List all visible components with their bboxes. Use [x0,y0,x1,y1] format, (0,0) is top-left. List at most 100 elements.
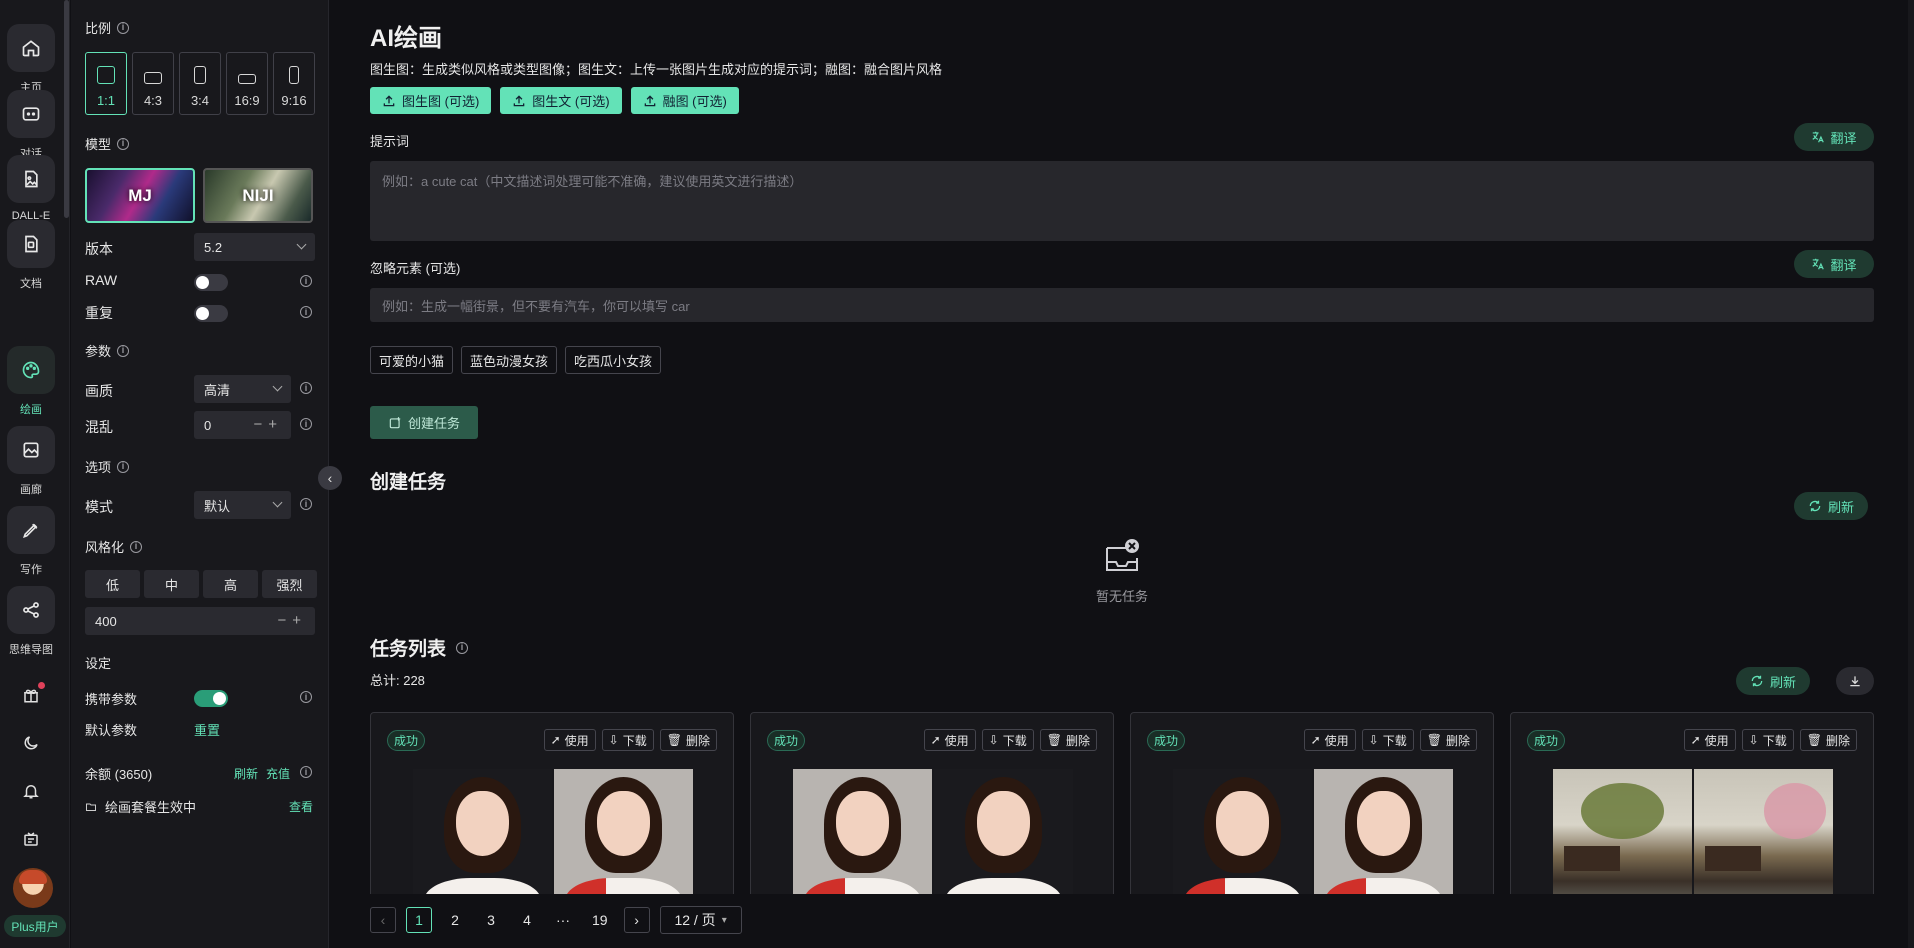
info-icon[interactable]: i [117,21,130,34]
ratio-option-16-9[interactable]: 16:9 [226,52,268,115]
task-refresh-button[interactable]: 刷新 [1794,492,1869,520]
task-card[interactable]: 成功 ➚ 使用 ⇩ 下载 🗑 删除 [370,712,734,902]
minus-plus-icon[interactable]: −+ [277,612,307,629]
page-button[interactable]: 4 [514,907,540,933]
rail-item-write[interactable]: 写作 [0,504,62,580]
info-icon[interactable]: i [300,275,312,287]
stylize-high-button[interactable]: 高 [203,570,258,598]
mode-select[interactable]: 默认 [194,491,291,519]
stylize-low-button[interactable]: 低 [85,570,140,598]
model-option-mj[interactable]: MJ [85,168,195,223]
img2img-upload-button[interactable]: 图生图 (可选) [370,87,492,114]
recharge-link[interactable]: 充值 [266,765,290,782]
use-button[interactable]: ➚ 使用 [1683,729,1736,751]
page-button[interactable]: 19 [586,907,614,933]
stylize-value-input[interactable]: 400 −+ [85,607,315,635]
delete-label: 删除 [1065,733,1090,748]
suggestion-tag[interactable]: 可爱的小猫 [370,346,454,374]
task-image[interactable] [1173,769,1453,901]
chaos-value[interactable]: 0 [204,418,211,433]
announcement-button[interactable] [14,822,48,856]
blend-upload-button[interactable]: 融图 (可选) [630,87,739,114]
balance-refresh-link[interactable]: 刷新 [234,765,258,782]
stylize-strong-button[interactable]: 强烈 [262,570,317,598]
task-image[interactable] [1553,769,1833,901]
chaos-stepper[interactable]: 0 −+ [194,411,291,439]
info-icon[interactable]: i [117,460,130,473]
prev-page-button[interactable]: ‹ [370,907,396,933]
page-button[interactable]: 3 [478,907,504,933]
raw-toggle[interactable] [194,274,228,291]
rail-scrollbar[interactable] [64,0,69,218]
suggestion-tag[interactable]: 吃西瓜小女孩 [565,346,662,374]
page-scrollbar[interactable] [1908,0,1914,948]
use-button[interactable]: ➚ 使用 [1303,729,1356,751]
info-icon[interactable]: i [117,344,130,357]
user-avatar[interactable] [13,868,53,908]
task-list-title: 任务列表 i [370,634,469,661]
prompt-translate-button[interactable]: 翻译 [1794,123,1874,151]
task-image[interactable] [413,769,693,901]
next-page-button[interactable]: › [623,907,650,933]
repeat-toggle[interactable] [194,305,228,322]
negative-translate-button[interactable]: 翻译 [1794,250,1874,278]
plus-user-badge[interactable]: Plus用户 [4,915,66,937]
use-button[interactable]: ➚ 使用 [543,729,596,751]
carry-params-toggle[interactable] [194,690,228,707]
rail-item-gallery[interactable]: 画廊 [0,424,62,500]
ratio-option-3-4[interactable]: 3:4 [179,52,221,115]
info-icon[interactable]: i [130,540,143,553]
page-ellipsis[interactable]: ··· [550,907,576,933]
view-plan-link[interactable]: 查看 [289,798,313,815]
delete-button[interactable]: 🗑 删除 [1799,729,1857,751]
use-button[interactable]: ➚ 使用 [923,729,976,751]
download-button[interactable]: ⇩ 下载 [1361,729,1414,751]
create-task-button[interactable]: 创建任务 [370,406,478,439]
page-size-select[interactable]: 12 / 页 ▾ [659,906,742,934]
info-icon[interactable]: i [117,137,130,150]
minus-plus-icon[interactable]: −+ [253,416,283,433]
rail-item-document[interactable]: 文档 [0,218,62,294]
task-card[interactable]: 成功 ➚ 使用 ⇩ 下载 🗑 删除 [1510,712,1874,902]
page-button[interactable]: 2 [442,907,468,933]
stylize-medium-button[interactable]: 中 [144,570,199,598]
download-all-button[interactable] [1836,667,1874,695]
rail-item-home[interactable]: 主页 [0,22,62,98]
info-icon[interactable]: i [300,418,312,430]
img2text-upload-button[interactable]: 图生文 (可选) [500,87,622,114]
quality-select[interactable]: 高清 [194,375,291,403]
info-icon[interactable]: i [300,306,312,318]
gift-button[interactable] [14,678,48,712]
version-select[interactable]: 5.2 [194,233,315,261]
collapse-sidebar-button[interactable]: ‹ [318,466,342,490]
download-button[interactable]: ⇩ 下载 [1741,729,1794,751]
theme-toggle-button[interactable] [14,726,48,760]
negative-prompt-input[interactable]: 例如：生成一幅街景，但不要有汽车，你可以填写 car [370,288,1874,322]
suggestion-tag[interactable]: 蓝色动漫女孩 [461,346,558,374]
notifications-button[interactable] [14,774,48,808]
info-icon[interactable]: i [456,641,469,654]
ratio-option-4-3[interactable]: 4:3 [132,52,174,115]
reset-link[interactable]: 重置 [194,720,220,739]
task-image[interactable] [793,769,1073,901]
page-button[interactable]: 1 [406,907,432,933]
delete-button[interactable]: 🗑 删除 [1419,729,1477,751]
rail-item-mindmap[interactable]: 思维导图 [0,584,62,660]
model-option-niji[interactable]: NIJI [203,168,313,223]
info-icon[interactable]: i [300,691,312,703]
rail-item-paint[interactable]: 绘画 [0,344,62,420]
info-icon[interactable]: i [300,498,312,510]
ratio-option-9-16[interactable]: 9:16 [273,52,315,115]
info-icon[interactable]: i [300,766,312,778]
task-card[interactable]: 成功 ➚ 使用 ⇩ 下载 🗑 删除 [1130,712,1494,902]
info-icon[interactable]: i [300,382,312,394]
task-list-refresh-button[interactable]: 刷新 [1736,667,1811,695]
task-card[interactable]: 成功 ➚ 使用 ⇩ 下载 🗑 删除 [750,712,1114,902]
stylize-value[interactable]: 400 [95,614,117,629]
delete-button[interactable]: 🗑 删除 [659,729,717,751]
prompt-textarea[interactable]: 例如：a cute cat（中文描述词处理可能不准确，建议使用英文进行描述） [370,161,1874,241]
download-button[interactable]: ⇩ 下载 [981,729,1034,751]
download-button[interactable]: ⇩ 下载 [601,729,654,751]
ratio-option-1-1[interactable]: 1:1 [85,52,127,115]
delete-button[interactable]: 🗑 删除 [1039,729,1097,751]
